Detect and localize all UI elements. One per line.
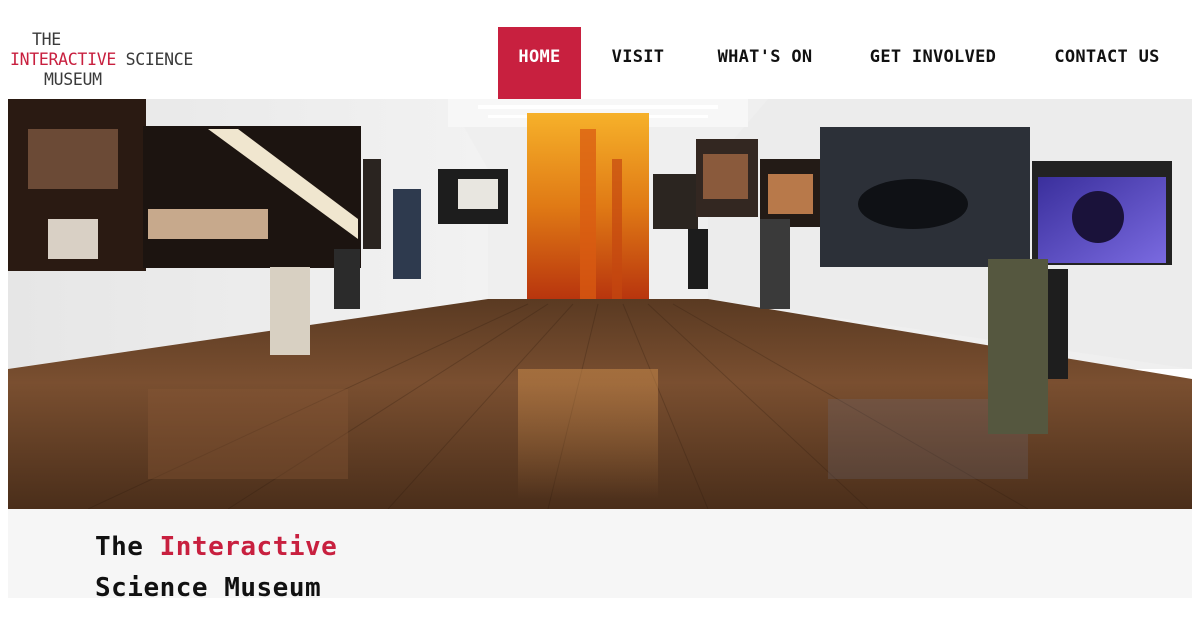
title-prefix: The xyxy=(95,532,144,562)
title-accent-word: Interactive xyxy=(159,532,338,562)
page-title: The Interactive Science Museum xyxy=(95,527,337,609)
hero-image xyxy=(8,99,1192,509)
title-line-2: Science Museum xyxy=(95,573,322,603)
nav-whats-on[interactable]: WHAT'S ON xyxy=(700,27,830,99)
intro-band: The Interactive Science Museum xyxy=(8,509,1192,603)
site-header: THE INTERACTIVE SCIENCE MUSEUM HOME VISI… xyxy=(0,0,1200,99)
nav-home[interactable]: HOME xyxy=(498,27,581,99)
nav-visit[interactable]: VISIT xyxy=(595,27,681,99)
nav-contact-us[interactable]: CONTACT US xyxy=(1036,27,1178,99)
page: THE INTERACTIVE SCIENCE MUSEUM HOME VISI… xyxy=(0,0,1200,630)
main-nav: HOME VISIT WHAT'S ON GET INVOLVED CONTAC… xyxy=(0,27,1200,99)
gallery-photo xyxy=(8,99,1192,509)
nav-get-involved[interactable]: GET INVOLVED xyxy=(850,27,1016,99)
